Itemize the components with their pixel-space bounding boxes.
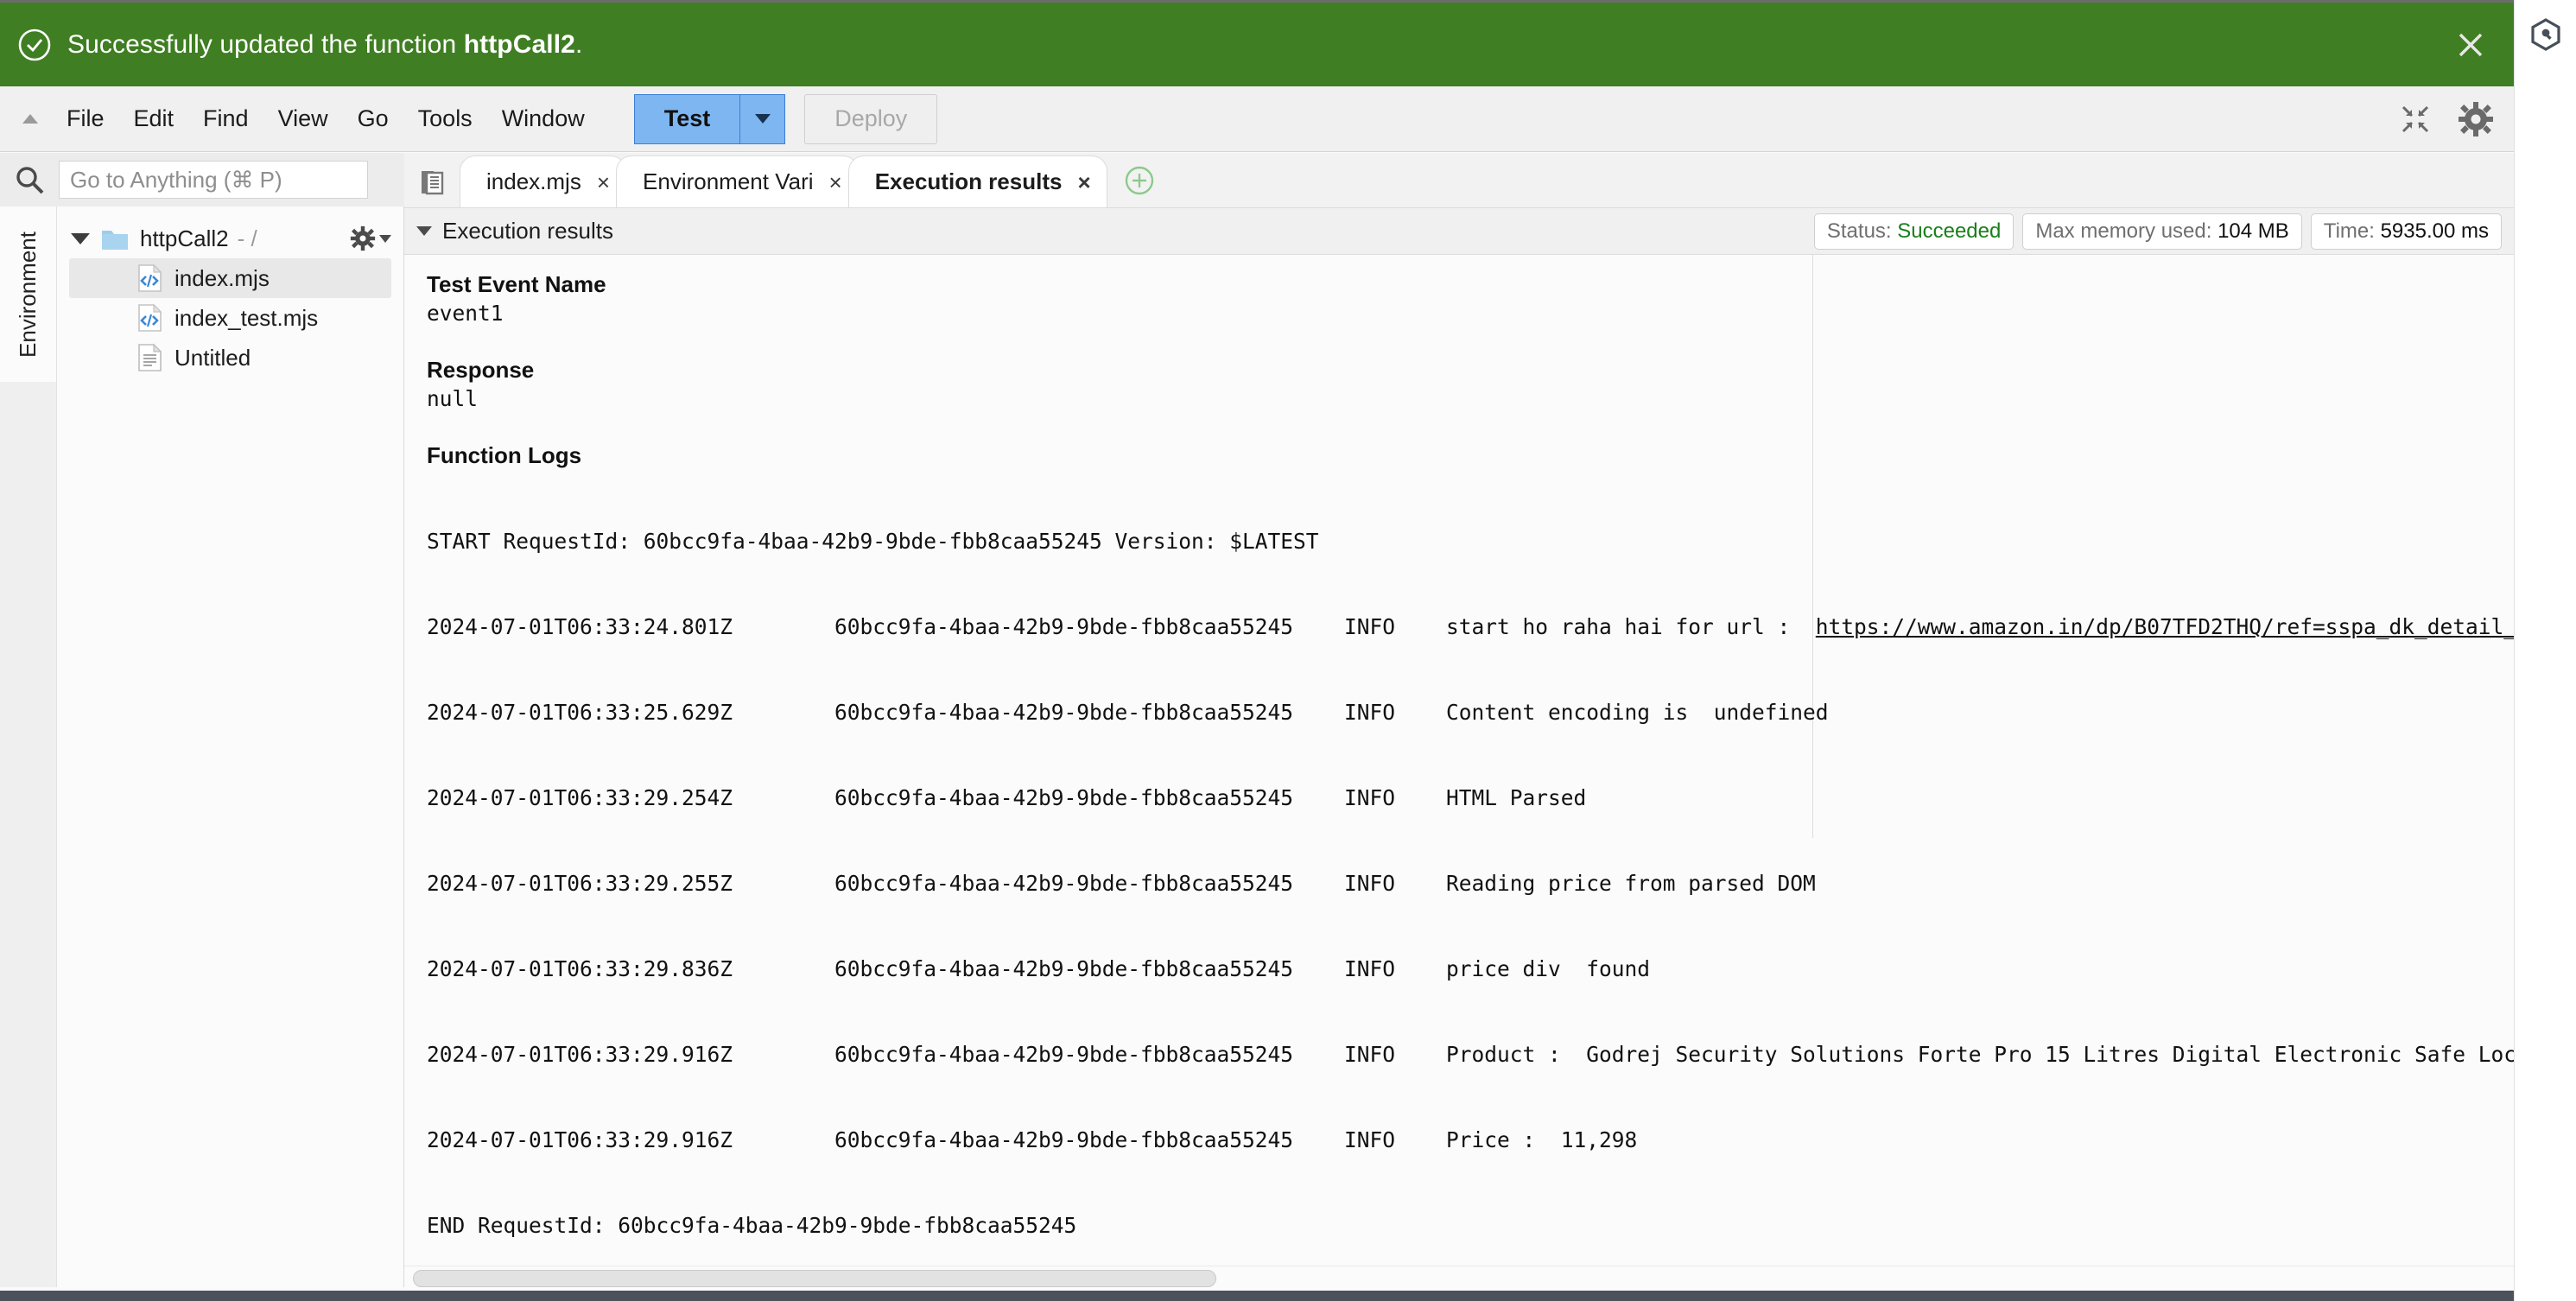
tab-execution-results[interactable]: Execution results × (847, 155, 1107, 207)
notification-function-name: httpCall2 (463, 29, 575, 59)
search-icon (12, 162, 47, 197)
log-line: 2024-07-01T06:33:24.801Z 60bcc9fa-4baa-4… (427, 612, 2514, 641)
tab-label: index.mjs (486, 168, 581, 194)
right-activity-rail (2514, 0, 2576, 1301)
js-file-icon (135, 263, 164, 293)
chevron-down-icon (379, 234, 391, 243)
search-input[interactable] (59, 161, 368, 199)
status-badge: Status: Succeeded (1813, 213, 2014, 250)
test-event-name-value: event1 (427, 301, 504, 326)
log-line: 2024-07-01T06:33:29.916Z 60bcc9fa-4baa-4… (427, 1127, 1638, 1152)
notification-message: Successfully updated the function httpCa… (67, 30, 582, 60)
tab-environment-variables[interactable]: Environment Vari × (616, 155, 859, 207)
execution-output-pane[interactable]: Test Event Name event1 Response null Fun… (404, 255, 2514, 1266)
tree-item-index-test-mjs[interactable]: index_test.mjs (69, 298, 391, 338)
side-rail-empty (0, 382, 57, 1287)
horizontal-scrollbar-track[interactable] (404, 1266, 2514, 1291)
function-logs-body[interactable]: START RequestId: 60bcc9fa-4baa-42b9-9bde… (404, 470, 2514, 1266)
horizontal-scrollbar-thumb[interactable] (413, 1270, 1216, 1287)
folder-icon (100, 224, 130, 253)
window-bottom-edge (0, 1291, 2514, 1301)
gear-icon[interactable] (2457, 100, 2495, 138)
response-heading: Response (427, 357, 535, 383)
close-icon[interactable]: × (829, 171, 842, 194)
execution-results-header: Execution results Status: Succeeded Max … (404, 208, 2514, 255)
log-url-link[interactable]: https://www.amazon.in/dp/B07TFD2THQ/ref=… (1816, 614, 2514, 639)
test-dropdown-button[interactable] (740, 93, 786, 144)
log-line: 2024-07-01T06:33:29.254Z 60bcc9fa-4baa-4… (427, 785, 1587, 810)
cloud9-ide-window: Successfully updated the function httpCa… (0, 0, 2576, 1301)
tab-label: Environment Vari (643, 168, 814, 194)
notification-message-prefix: Successfully updated the function (67, 29, 464, 59)
log-line-end: END RequestId: 60bcc9fa-4baa-42b9-9bde-f… (427, 1213, 1077, 1238)
success-notification-banner: Successfully updated the function httpCa… (0, 3, 2514, 86)
menu-item-file[interactable]: File (52, 98, 119, 139)
editor-tab-bar: index.mjs × Environment Vari × Execution… (404, 153, 2514, 208)
menu-item-edit[interactable]: Edit (119, 98, 189, 139)
tree-item-label: Untitled (174, 344, 251, 371)
file-tree-panel: httpCall2 - / index.mjs index_test.mjs U… (57, 206, 404, 1287)
go-to-anything-bar (0, 153, 404, 206)
collapse-menubar-icon[interactable] (21, 110, 40, 129)
deploy-button[interactable]: Deploy (804, 93, 938, 144)
menu-item-view[interactable]: View (263, 98, 343, 139)
function-logs-heading: Function Logs (427, 442, 582, 468)
tree-root-path: - / (237, 225, 257, 251)
menu-item-tools[interactable]: Tools (403, 98, 487, 139)
tree-item-label: index.mjs (174, 264, 270, 291)
js-file-icon (135, 303, 164, 333)
max-memory-badge-value: 104 MB (2218, 219, 2289, 243)
execution-results-title: Execution results (442, 218, 613, 244)
execution-metrics: Status: Succeeded Max memory used: 104 M… (1813, 213, 2502, 250)
check-circle-icon (17, 28, 52, 62)
tree-root-label: httpCall2 (140, 225, 229, 251)
tab-list-icon[interactable] (416, 166, 447, 197)
tab-index-mjs[interactable]: index.mjs × (460, 155, 627, 207)
cloud9-hexagon-logo-icon[interactable] (2528, 17, 2563, 1301)
time-badge-value: 5935.00 ms (2380, 219, 2489, 243)
log-line: 2024-07-01T06:33:29.836Z 60bcc9fa-4baa-4… (427, 956, 1651, 981)
menu-item-go[interactable]: Go (343, 98, 403, 139)
max-memory-badge: Max memory used: 104 MB (2022, 213, 2302, 250)
tree-item-untitled[interactable]: Untitled (69, 338, 391, 378)
chevron-down-icon[interactable] (416, 226, 432, 236)
log-line-text: 2024-07-01T06:33:24.801Z 60bcc9fa-4baa-4… (427, 614, 1816, 639)
log-line-start: START RequestId: 60bcc9fa-4baa-42b9-9bde… (427, 529, 1319, 554)
close-icon[interactable]: × (597, 171, 610, 194)
status-badge-value: Succeeded (1897, 219, 2002, 243)
menu-item-window[interactable]: Window (487, 98, 600, 139)
log-line: 2024-07-01T06:33:29.255Z 60bcc9fa-4baa-4… (427, 871, 1816, 896)
tree-settings-button[interactable] (350, 225, 391, 251)
tree-item-index-mjs[interactable]: index.mjs (69, 258, 391, 298)
notification-message-suffix: . (574, 29, 583, 59)
time-badge: Time: 5935.00 ms (2310, 213, 2502, 250)
test-button-group: Test (633, 93, 786, 144)
menubar-right-icons (2396, 86, 2495, 152)
tree-item-label: index_test.mjs (174, 304, 319, 331)
close-icon[interactable] (2452, 26, 2490, 64)
environment-side-tab-label: Environment (15, 231, 41, 358)
chevron-down-icon[interactable] (71, 232, 90, 244)
max-memory-badge-label: Max memory used: (2035, 219, 2218, 243)
test-button[interactable]: Test (633, 93, 741, 144)
tree-root-httpcall2[interactable]: httpCall2 - / (57, 219, 403, 258)
collapse-all-icon[interactable] (2396, 100, 2434, 138)
add-tab-icon[interactable] (1123, 164, 1156, 197)
close-icon[interactable]: × (1077, 171, 1090, 194)
log-line: 2024-07-01T06:33:29.916Z 60bcc9fa-4baa-4… (427, 1042, 2514, 1067)
response-value: null (427, 386, 479, 411)
test-event-name-heading: Test Event Name (427, 271, 606, 297)
gear-icon (350, 225, 376, 251)
chevron-down-icon (754, 114, 771, 124)
environment-side-tab[interactable]: Environment (0, 206, 57, 382)
log-line: 2024-07-01T06:33:25.629Z 60bcc9fa-4baa-4… (427, 700, 1829, 725)
time-badge-label: Time: (2323, 219, 2381, 243)
status-badge-label: Status: (1826, 219, 1898, 243)
menu-item-find[interactable]: Find (188, 98, 263, 139)
text-file-icon (135, 343, 164, 372)
tab-label: Execution results (874, 168, 1063, 194)
menu-bar: File Edit Find View Go Tools Window Test… (0, 86, 2514, 152)
